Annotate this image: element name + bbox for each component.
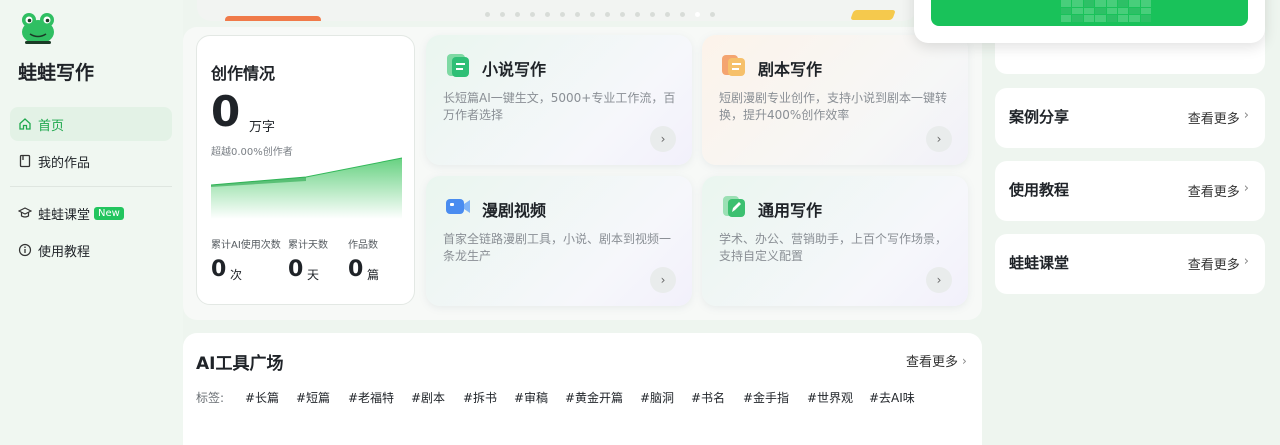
tag-item[interactable]: #剧本 [411,389,445,406]
progress-area-chart [211,157,402,219]
feature-title: 漫剧视频 [482,201,547,220]
book-icon [18,154,32,168]
new-badge: New [94,206,124,220]
feature-title: 小说写作 [482,60,547,79]
info-icon [18,243,32,257]
chevron-right-icon[interactable]: › [926,267,952,293]
total-words-unit: 万字 [249,120,276,135]
stat-unit-days: 天 [307,268,320,282]
feature-card-video[interactable]: 漫剧视频 首家全链路漫剧工具，小说、剧本到视频一条龙生产 › [426,176,692,306]
ai-tools-section: AI工具广场 查看更多 › 标签: #长篇 #短篇 #老福特 #剧本 #拆书 #… [183,333,982,445]
chevron-right-icon: › [1243,108,1249,123]
tag-item[interactable]: #世界观 [807,389,853,406]
case-share-see-more[interactable]: 查看更多 › [1188,108,1249,127]
case-share-card[interactable]: 案例分享 查看更多 › [995,88,1265,148]
feature-card-script[interactable]: 剧本写作 短剧漫剧专业创作，支持小说到剧本一键转换，提升400%创作效率 › [702,35,968,165]
stat-value-days: 0 [288,257,304,282]
nav-divider [10,186,172,187]
sidebar: 蛙蛙写作 首页 我的作品 蛙蛙课堂 New 使用教程 [0,0,183,445]
feature-card-general[interactable]: 通用写作 学术、办公、营销助手，上百个写作场景，支持自定义配置 › [702,176,968,306]
popup-action-button[interactable] [931,0,1248,26]
stats-card: 创作情况 0 万字 超越0.00%创作者 累计AI使用次数 累计天数 作品数 0… [196,35,415,305]
stat-label-days: 累计天数 [288,240,328,251]
graduation-cap-icon [18,206,32,220]
feature-title: 通用写作 [758,201,823,220]
total-words-value: 0 [211,87,241,136]
ai-tools-title: AI工具广场 [196,354,284,374]
tutorial-card[interactable]: 使用教程 查看更多 › [995,161,1265,221]
script-icon [722,55,745,76]
chevron-right-icon[interactable]: › [650,267,676,293]
stat-unit-ai-uses: 次 [230,268,243,282]
feature-card-novel[interactable]: 小说写作 长短篇AI一键生文，5000+专业工作流，百万作者选择 › [426,35,692,165]
video-camera-icon [446,199,470,214]
tag-item[interactable]: #长篇 [245,389,279,406]
nav-item-my-works[interactable]: 我的作品 [10,144,172,178]
stats-title: 创作情况 [211,64,276,83]
tutorial-see-more[interactable]: 查看更多 › [1188,181,1249,200]
stat-unit-works: 篇 [367,268,380,282]
nav-item-classroom[interactable]: 蛙蛙课堂 New [10,196,172,230]
pencil-note-icon [723,196,745,217]
tag-label: 标签: [196,391,225,405]
popup-card [914,0,1265,43]
frog-logo-icon[interactable] [20,10,56,46]
chevron-right-icon[interactable]: › [650,126,676,152]
rank-subtitle: 超越0.00%创作者 [211,147,293,158]
see-more-label: 查看更多 [1187,258,1240,273]
banner-pagination[interactable] [485,12,715,17]
stat-label-works: 作品数 [348,240,378,251]
tag-item[interactable]: #黄金开篇 [565,389,623,406]
feature-desc: 学术、办公、营销助手，上百个写作场景，支持自定义配置 [719,232,948,263]
nav-label: 蛙蛙课堂 [38,207,91,223]
blurred-mosaic [1061,0,1151,22]
chevron-right-icon[interactable]: › [926,126,952,152]
chevron-right-icon: › [1243,254,1249,269]
ai-tools-see-more[interactable]: 查看更多 › [906,351,967,371]
nav-label: 使用教程 [38,244,91,260]
feature-desc: 首家全链路漫剧工具，小说、剧本到视频一条龙生产 [443,232,672,263]
tag-item[interactable]: #去AI味 [869,389,915,406]
promo-banner[interactable] [197,0,917,21]
see-more-label: 查看更多 [1187,185,1240,200]
chevron-right-icon: › [962,353,967,368]
document-icon [447,54,469,77]
brand-name: 蛙蛙写作 [18,62,95,84]
banner-button[interactable] [225,16,321,21]
nav-label: 我的作品 [38,155,91,171]
feature-desc: 短剧漫剧专业创作，支持小说到剧本一键转换，提升400%创作效率 [719,91,948,122]
classroom-card[interactable]: 蛙蛙课堂 查看更多 › [995,234,1265,294]
tag-item[interactable]: #老福特 [348,389,394,406]
nav-item-tutorial[interactable]: 使用教程 [10,233,172,267]
feature-desc: 长短篇AI一键生文，5000+专业工作流，百万作者选择 [443,91,676,122]
stat-label-ai-uses: 累计AI使用次数 [211,240,281,251]
see-more-label: 查看更多 [906,355,959,370]
tag-item[interactable]: #金手指 [743,389,789,406]
feature-title: 剧本写作 [758,60,823,79]
tag-item[interactable]: #审稿 [514,389,548,406]
classroom-title: 蛙蛙课堂 [1009,254,1070,272]
tag-item[interactable]: #短篇 [296,389,330,406]
nav-item-home[interactable]: 首页 [10,107,172,141]
banner-decoration [850,10,896,20]
tag-item[interactable]: #拆书 [463,389,497,406]
tutorial-title: 使用教程 [1009,181,1070,199]
see-more-label: 查看更多 [1187,112,1240,127]
stat-value-ai-uses: 0 [211,257,227,282]
tag-item[interactable]: #脑洞 [640,389,674,406]
stat-value-works: 0 [348,257,364,282]
chevron-right-icon: › [1243,181,1249,196]
tag-item[interactable]: #书名 [691,389,725,406]
case-share-title: 案例分享 [1009,108,1070,126]
home-icon [18,117,32,131]
nav-label: 首页 [38,118,65,134]
classroom-see-more[interactable]: 查看更多 › [1188,254,1249,273]
